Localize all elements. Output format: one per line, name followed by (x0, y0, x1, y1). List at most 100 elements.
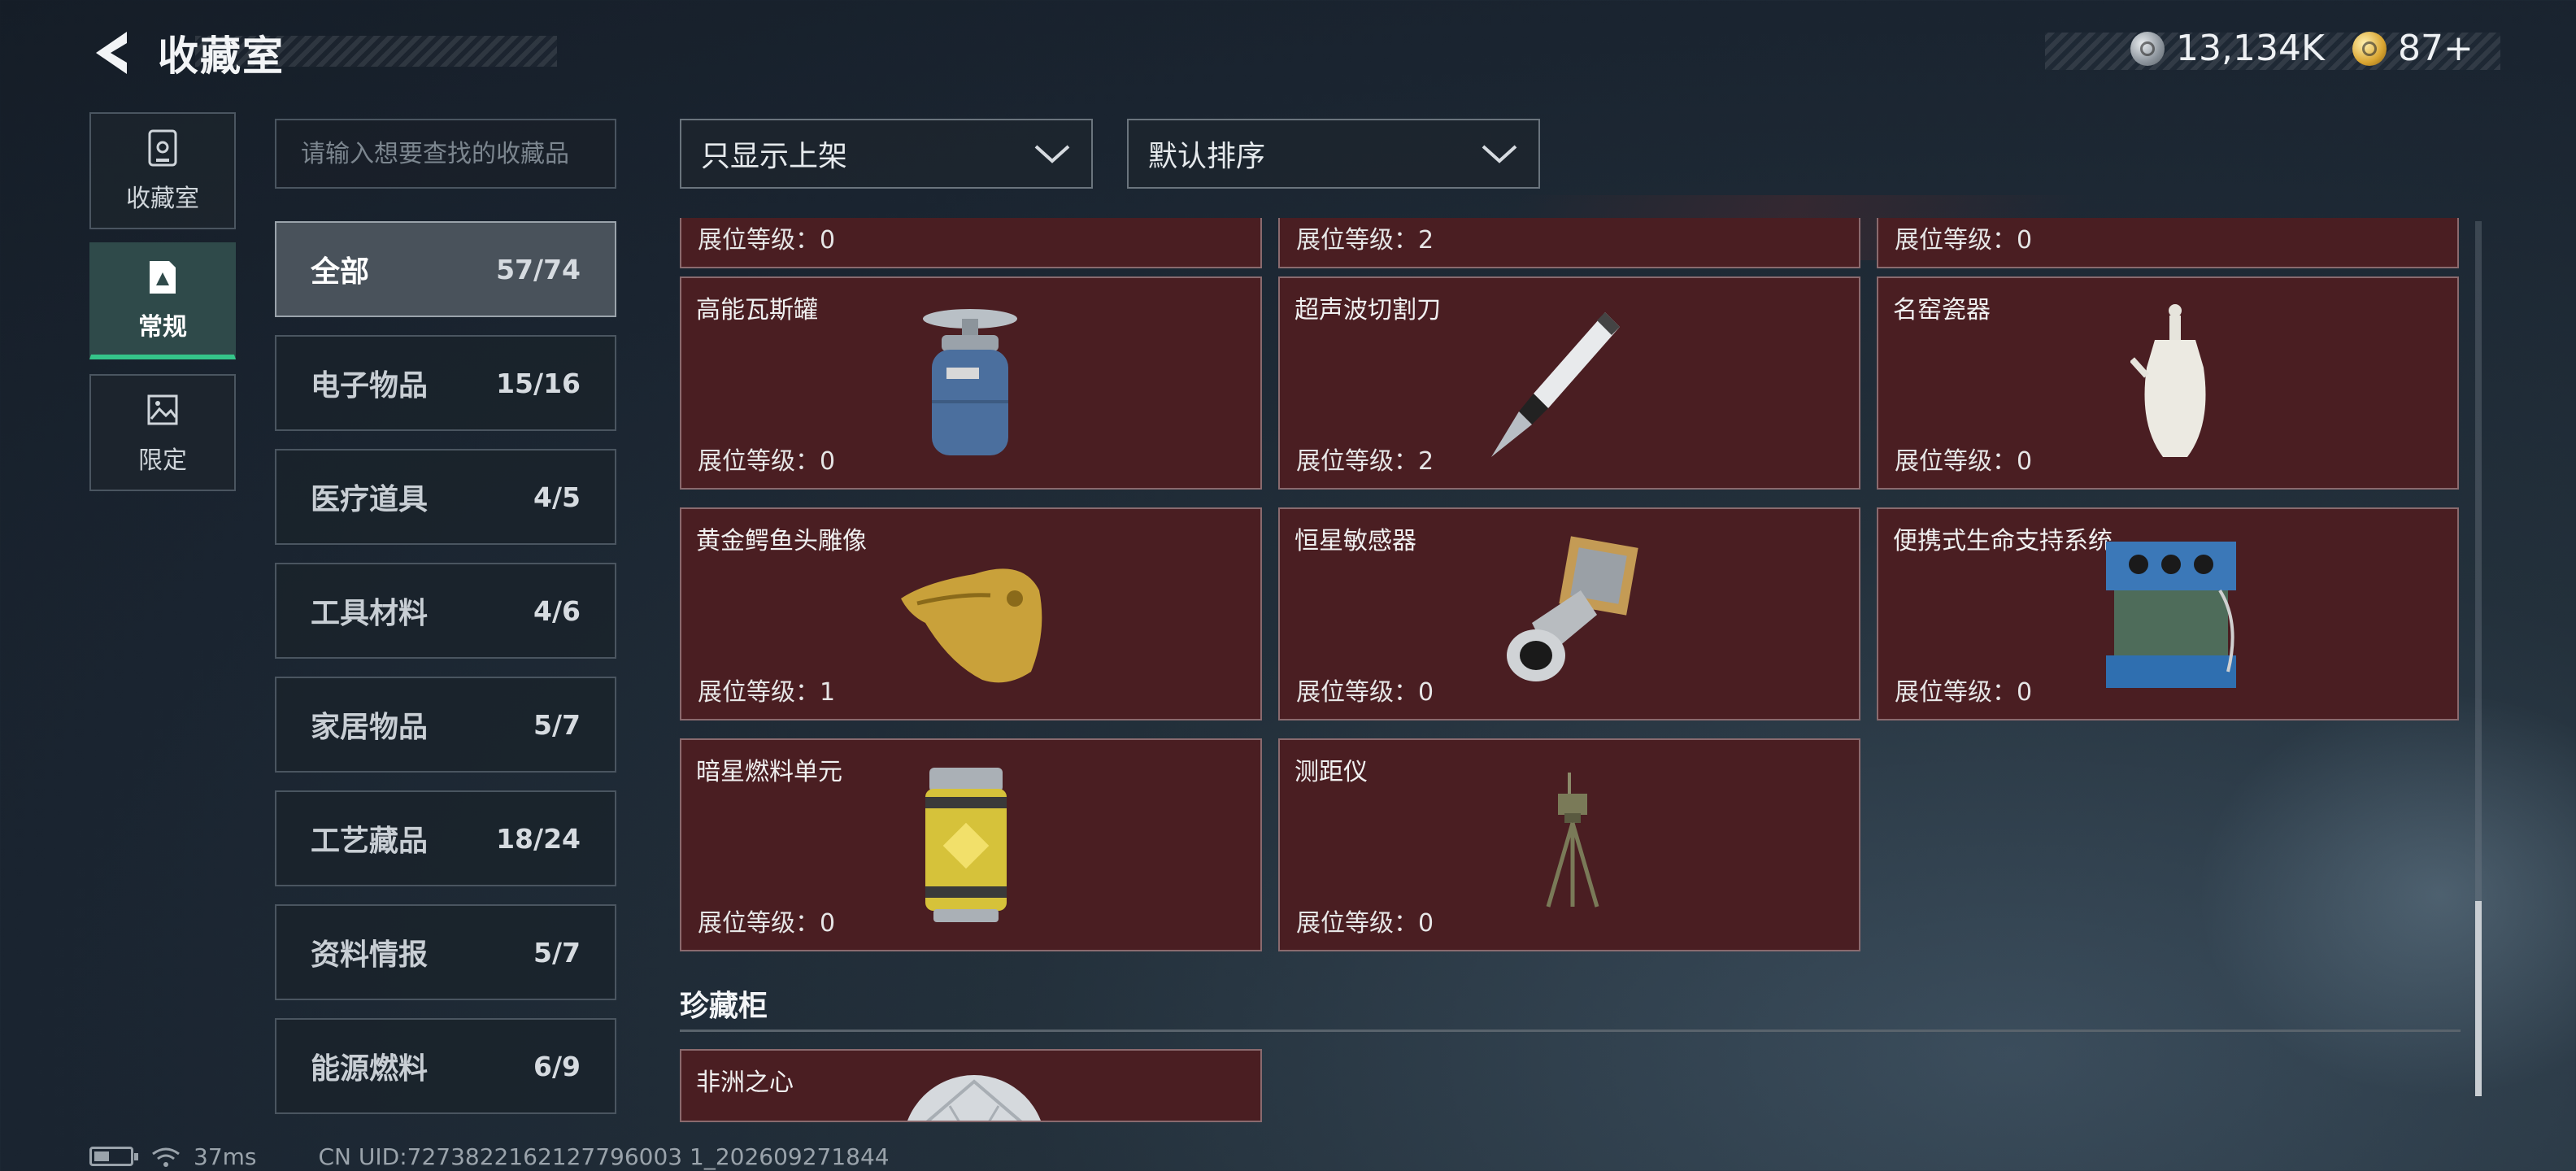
category-label: 工具材料 (311, 597, 429, 630)
page-title: 收藏室 (158, 33, 285, 80)
collection-card[interactable]: 展位等级：2 (1278, 218, 1860, 268)
category-count: 18/24 (496, 822, 581, 855)
card-level: 展位等级：0 (1296, 678, 1434, 707)
fuel-cell-icon (925, 768, 1007, 922)
card-level: 展位等级：0 (698, 226, 836, 255)
silver-currency: 13,134K (2130, 28, 2325, 69)
collection-card[interactable]: 展位等级：0 (680, 218, 1262, 268)
silver-coin-icon (2130, 31, 2165, 66)
limited-image-icon (147, 394, 178, 425)
side-tab-regular[interactable]: 常规 (89, 242, 236, 359)
ping-value: 37ms (194, 1143, 257, 1170)
category-tools[interactable]: 工具材料 4/6 (275, 563, 616, 659)
sort-dropdown[interactable]: 默认排序 (1127, 119, 1540, 189)
category-count: 15/16 (496, 367, 581, 399)
category-count: 57/74 (496, 253, 581, 285)
side-tab-label: 限定 (138, 446, 187, 475)
gold-crocodile-statue-icon (901, 568, 1042, 683)
side-tab-label: 常规 (138, 313, 187, 342)
category-electronics[interactable]: 电子物品 15/16 (275, 335, 616, 431)
search-input[interactable] (301, 139, 610, 168)
rangefinder-tripod-icon (1546, 773, 1599, 908)
category-label: 能源燃料 (311, 1052, 429, 1086)
treasure-card[interactable]: 非洲之心 (680, 1049, 1262, 1122)
category-medical[interactable]: 医疗道具 4/5 (275, 449, 616, 545)
card-name: 暗星燃料单元 (696, 758, 842, 786)
category-energy[interactable]: 能源燃料 6/9 (275, 1018, 616, 1114)
collection-card[interactable]: 黄金鳄鱼头雕像 展位等级：1 (680, 507, 1262, 720)
collection-grid: 展位等级：0 展位等级：2 展位等级：0 高能瓦斯罐 展位等级：0 超声波切割刀… (680, 218, 2461, 1122)
category-label: 全部 (311, 255, 370, 289)
category-label: 工艺藏品 (311, 825, 429, 858)
category-count: 5/7 (533, 936, 581, 969)
gas-canister-icon (923, 309, 1017, 455)
wifi-icon (152, 1147, 180, 1167)
diamond-icon (907, 1075, 1041, 1121)
card-level: 展位等级：0 (1895, 226, 2033, 255)
regular-card-icon (150, 261, 176, 294)
category-label: 资料情报 (311, 938, 429, 972)
collection-card[interactable]: 测距仪 展位等级：0 (1278, 738, 1860, 951)
card-name: 便携式生命支持系统 (1893, 527, 2113, 555)
card-name: 测距仪 (1295, 758, 1368, 786)
side-tab-collection-room[interactable]: 收藏室 (89, 112, 236, 229)
collection-card[interactable]: 展位等级：0 (1877, 218, 2459, 268)
status-bar: 37ms CN UID:7273822162127796003 1_202609… (89, 1142, 890, 1171)
card-name: 超声波切割刀 (1295, 296, 1441, 324)
card-level: 展位等级：0 (698, 447, 836, 476)
card-level: 展位等级：0 (698, 909, 836, 938)
collection-card[interactable]: 暗星燃料单元 展位等级：0 (680, 738, 1262, 951)
ultrasonic-knife-icon (1491, 312, 1620, 457)
category-all[interactable]: 全部 57/74 (275, 221, 616, 317)
chevron-down-icon (1034, 145, 1070, 163)
category-count: 4/5 (533, 481, 581, 513)
card-name: 恒星敏感器 (1295, 527, 1416, 555)
card-level: 展位等级：1 (698, 678, 836, 707)
side-tab-label: 收藏室 (126, 185, 199, 213)
collection-card[interactable]: 便携式生命支持系统 展位等级：0 (1877, 507, 2459, 720)
category-label: 家居物品 (311, 711, 429, 744)
category-count: 4/6 (533, 594, 581, 627)
show-filter-value: 只显示上架 (701, 140, 848, 173)
card-level: 展位等级：2 (1296, 447, 1434, 476)
collection-card[interactable]: 高能瓦斯罐 展位等级：0 (680, 276, 1262, 490)
search-box[interactable] (275, 119, 616, 189)
card-level: 展位等级：2 (1296, 226, 1434, 255)
card-name: 黄金鳄鱼头雕像 (696, 527, 867, 555)
chevron-down-icon (1482, 145, 1517, 163)
gold-coin-icon (2352, 31, 2387, 66)
porcelain-vase-icon (2130, 304, 2206, 457)
category-crafts[interactable]: 工艺藏品 18/24 (275, 790, 616, 886)
gold-currency[interactable]: 87+ (2352, 28, 2474, 69)
scrollbar[interactable] (2475, 221, 2482, 1096)
collection-room-icon (148, 129, 177, 167)
section-title: 珍藏柜 (680, 990, 768, 1023)
sort-value: 默认排序 (1148, 140, 1266, 173)
card-name: 名窑瓷器 (1893, 296, 1991, 324)
gold-currency-value: 87+ (2398, 28, 2474, 69)
scrollbar-thumb[interactable] (2475, 901, 2482, 1096)
collection-card[interactable]: 超声波切割刀 展位等级：2 (1278, 276, 1860, 490)
category-household[interactable]: 家居物品 5/7 (275, 677, 616, 773)
category-intel[interactable]: 资料情报 5/7 (275, 904, 616, 1000)
card-name: 非洲之心 (696, 1069, 794, 1097)
card-name: 高能瓦斯罐 (696, 296, 818, 324)
header: 收藏室 13,134K 87+ (0, 0, 2576, 106)
star-sensor-icon (1507, 536, 1638, 681)
silver-currency-value: 13,134K (2176, 28, 2325, 69)
collection-card[interactable]: 名窑瓷器 展位等级：0 (1877, 276, 2459, 490)
section-divider (680, 1030, 2461, 1032)
collection-card[interactable]: 恒星敏感器 展位等级：0 (1278, 507, 1860, 720)
side-tab-limited[interactable]: 限定 (89, 374, 236, 491)
battery-icon (89, 1147, 138, 1166)
card-level: 展位等级：0 (1296, 909, 1434, 938)
back-arrow-icon[interactable] (89, 28, 135, 77)
card-level: 展位等级：0 (1895, 678, 2033, 707)
category-count: 6/9 (533, 1050, 581, 1082)
category-count: 5/7 (533, 708, 581, 741)
user-uid: CN UID:7273822162127796003 1_20260927184… (318, 1143, 890, 1170)
category-label: 医疗道具 (311, 483, 429, 516)
title-bar: 收藏室 (89, 24, 285, 81)
life-support-system-icon (2106, 542, 2236, 688)
show-filter-dropdown[interactable]: 只显示上架 (680, 119, 1093, 189)
